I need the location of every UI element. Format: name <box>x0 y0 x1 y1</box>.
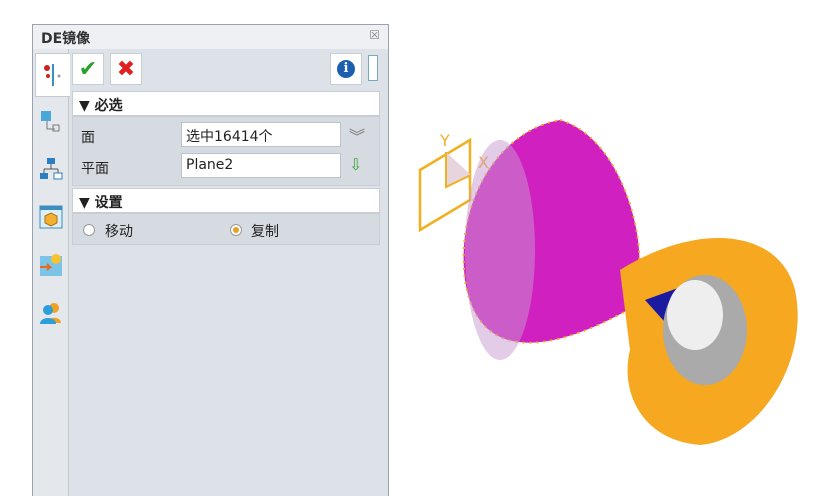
expand-icon[interactable] <box>368 55 378 81</box>
close-icon[interactable]: ☒ <box>369 28 380 42</box>
chevron-double-down-icon[interactable]: ︾ <box>349 123 365 147</box>
ok-button[interactable]: ✔ <box>72 53 104 85</box>
cancel-button[interactable]: ✖ <box>110 53 142 85</box>
tab-view[interactable] <box>35 201 67 233</box>
tab-mirror[interactable] <box>35 53 70 97</box>
part-tree-icon <box>41 111 60 132</box>
plane-label: 平面 <box>81 161 109 177</box>
tab-part-tree[interactable] <box>35 105 67 137</box>
required-section: 面 选中16414个 ︾ 平面 Plane2 ⇩ <box>72 116 380 186</box>
info-button[interactable]: i <box>330 53 362 85</box>
view-cube-icon <box>39 205 63 229</box>
move-label: 移动 <box>105 224 133 240</box>
3d-viewport[interactable]: Y X <box>400 100 820 460</box>
image-icon <box>40 254 62 276</box>
face-label: 面 <box>81 130 95 146</box>
required-section-header[interactable]: ▼ 必选 <box>72 91 380 116</box>
dialog-body: ✔ ✖ i ▼ 必选 面 选中16414个 ︾ 平面 Plane2 ⇩ ▼ 设置… <box>70 49 386 496</box>
copy-radio[interactable] <box>230 224 242 236</box>
download-arrow-icon[interactable]: ⇩ <box>349 155 362 174</box>
settings-section-header[interactable]: ▼ 设置 <box>72 188 380 213</box>
tab-image[interactable] <box>35 249 67 281</box>
magenta-cone <box>462 118 649 360</box>
tab-users[interactable] <box>35 297 67 329</box>
hierarchy-icon <box>40 158 63 180</box>
move-radio[interactable] <box>83 224 95 236</box>
face-input[interactable]: 选中16414个 <box>181 122 341 147</box>
side-tabs <box>33 49 70 496</box>
axis-y-label: Y <box>439 131 450 150</box>
dialog-titlebar: DE镜像 ☒ <box>33 25 388 49</box>
tab-hierarchy[interactable] <box>35 153 67 185</box>
settings-section: 移动 复制 <box>72 213 380 245</box>
dialog-title: DE镜像 <box>41 31 91 47</box>
info-icon: i <box>337 60 355 78</box>
copy-label: 复制 <box>251 224 279 240</box>
plane-input[interactable]: Plane2 <box>181 153 341 178</box>
mirror-icon <box>44 64 61 86</box>
mirror-dialog: DE镜像 ☒ ✔ ✖ i ▼ 必选 面 选中16414个 ︾ 平面 Plane2… <box>32 24 389 496</box>
users-icon <box>40 303 61 324</box>
orange-cone <box>620 237 798 445</box>
